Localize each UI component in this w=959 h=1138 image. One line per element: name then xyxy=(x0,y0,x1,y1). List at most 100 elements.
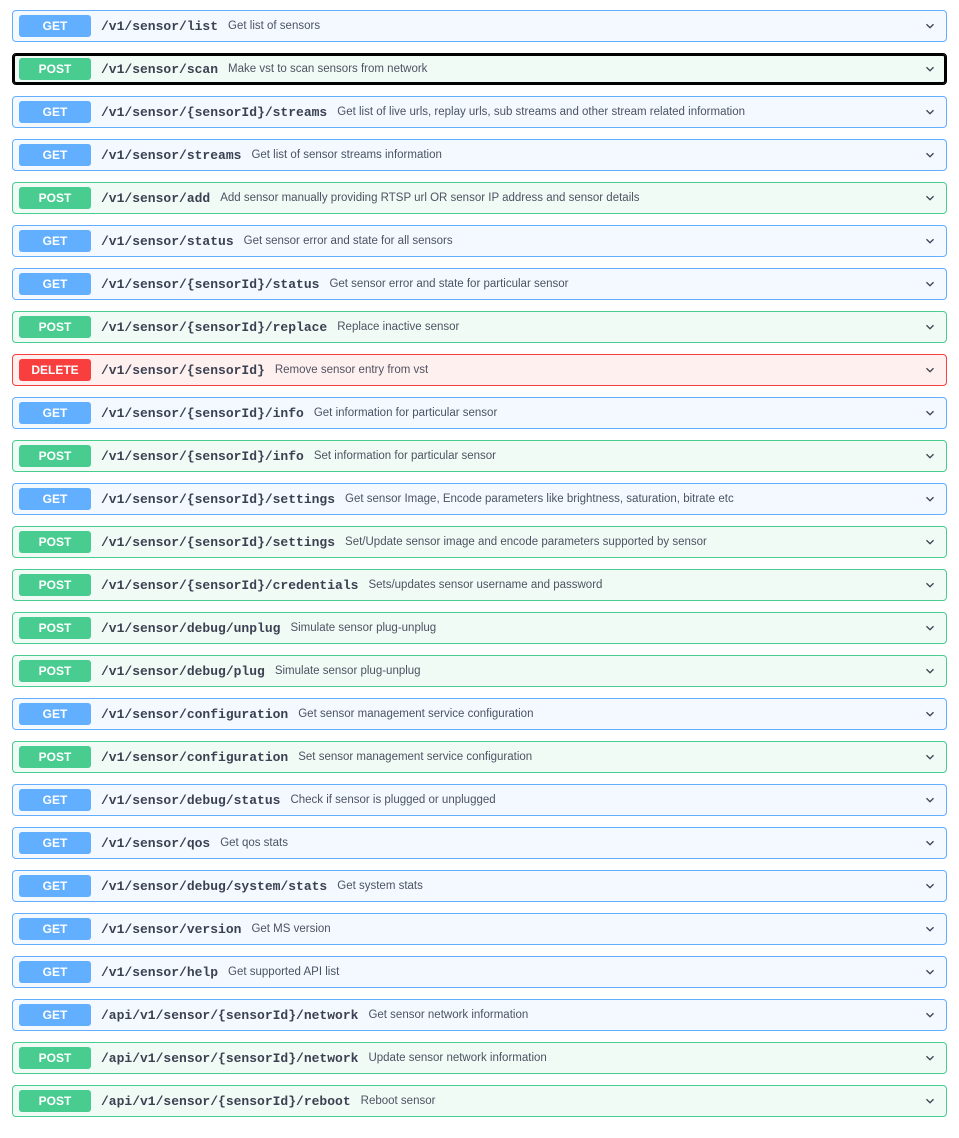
chevron-down-icon[interactable] xyxy=(920,317,940,337)
api-operation-summary[interactable]: GET/v1/sensor/statusGet sensor error and… xyxy=(13,226,946,256)
api-operation-row[interactable]: GET/v1/sensor/{sensorId}/streamsGet list… xyxy=(12,96,947,128)
api-operation-summary[interactable]: POST/v1/sensor/{sensorId}/replaceReplace… xyxy=(13,312,946,342)
http-method-badge: GET xyxy=(19,144,91,166)
chevron-down-icon[interactable] xyxy=(920,1091,940,1111)
api-operation-row[interactable]: GET/v1/sensor/qosGet qos stats xyxy=(12,827,947,859)
chevron-down-icon[interactable] xyxy=(920,360,940,380)
api-operation-summary[interactable]: GET/v1/sensor/debug/system/statsGet syst… xyxy=(13,871,946,901)
api-operation-row[interactable]: POST/v1/sensor/{sensorId}/infoSet inform… xyxy=(12,440,947,472)
api-operation-summary[interactable]: GET/v1/sensor/{sensorId}/settingsGet sen… xyxy=(13,484,946,514)
api-operation-row[interactable]: POST/v1/sensor/configurationSet sensor m… xyxy=(12,741,947,773)
chevron-down-icon[interactable] xyxy=(920,489,940,509)
api-operation-row[interactable]: GET/v1/sensor/debug/statusCheck if senso… xyxy=(12,784,947,816)
api-description: Get sensor error and state for particula… xyxy=(329,278,920,290)
api-operation-row[interactable]: POST/v1/sensor/debug/unplugSimulate sens… xyxy=(12,612,947,644)
http-method-badge: POST xyxy=(19,316,91,338)
api-operation-summary[interactable]: POST/v1/sensor/debug/unplugSimulate sens… xyxy=(13,613,946,643)
api-operation-summary[interactable]: GET/v1/sensor/helpGet supported API list xyxy=(13,957,946,987)
api-operation-summary[interactable]: POST/v1/sensor/scanMake vst to scan sens… xyxy=(13,54,946,84)
api-operation-summary[interactable]: GET/v1/sensor/qosGet qos stats xyxy=(13,828,946,858)
chevron-down-icon[interactable] xyxy=(920,231,940,251)
api-operation-summary[interactable]: GET/v1/sensor/{sensorId}/streamsGet list… xyxy=(13,97,946,127)
api-operation-row[interactable]: POST/v1/sensor/scanMake vst to scan sens… xyxy=(12,53,947,85)
api-operation-row[interactable]: GET/v1/sensor/listGet list of sensors xyxy=(12,10,947,42)
api-operation-row[interactable]: GET/v1/sensor/{sensorId}/settingsGet sen… xyxy=(12,483,947,515)
api-operation-row[interactable]: GET/v1/sensor/{sensorId}/infoGet informa… xyxy=(12,397,947,429)
api-path: /v1/sensor/qos xyxy=(101,836,210,851)
api-operation-summary[interactable]: GET/v1/sensor/debug/statusCheck if senso… xyxy=(13,785,946,815)
api-operation-summary[interactable]: POST/api/v1/sensor/{sensorId}/networkUpd… xyxy=(13,1043,946,1073)
chevron-down-icon[interactable] xyxy=(920,747,940,767)
api-operation-summary[interactable]: POST/v1/sensor/{sensorId}/settingsSet/Up… xyxy=(13,527,946,557)
api-operation-summary[interactable]: GET/v1/sensor/{sensorId}/statusGet senso… xyxy=(13,269,946,299)
chevron-down-icon[interactable] xyxy=(920,188,940,208)
api-operation-summary[interactable]: POST/v1/sensor/{sensorId}/credentialsSet… xyxy=(13,570,946,600)
chevron-down-icon[interactable] xyxy=(920,446,940,466)
api-operation-summary[interactable]: GET/v1/sensor/configurationGet sensor ma… xyxy=(13,699,946,729)
api-operation-summary[interactable]: GET/v1/sensor/{sensorId}/infoGet informa… xyxy=(13,398,946,428)
api-operation-summary[interactable]: DELETE/v1/sensor/{sensorId}Remove sensor… xyxy=(13,355,946,385)
http-method-badge: POST xyxy=(19,445,91,467)
api-operation-row[interactable]: GET/v1/sensor/versionGet MS version xyxy=(12,913,947,945)
api-operation-summary[interactable]: POST/api/v1/sensor/{sensorId}/rebootRebo… xyxy=(13,1086,946,1116)
api-description: Simulate sensor plug-unplug xyxy=(290,622,920,634)
chevron-down-icon[interactable] xyxy=(920,532,940,552)
api-path: /v1/sensor/debug/plug xyxy=(101,664,265,679)
api-operation-row[interactable]: GET/v1/sensor/helpGet supported API list xyxy=(12,956,947,988)
chevron-down-icon[interactable] xyxy=(920,661,940,681)
http-method-badge: GET xyxy=(19,918,91,940)
api-operation-summary[interactable]: POST/v1/sensor/configurationSet sensor m… xyxy=(13,742,946,772)
api-operation-list: GET/v1/sensor/listGet list of sensors POS… xyxy=(12,10,947,1117)
api-operation-summary[interactable]: POST/v1/sensor/{sensorId}/infoSet inform… xyxy=(13,441,946,471)
api-description: Get sensor error and state for all senso… xyxy=(244,235,920,247)
api-path: /v1/sensor/version xyxy=(101,922,241,937)
http-method-badge: POST xyxy=(19,58,91,80)
api-description: Get sensor Image, Encode parameters like… xyxy=(345,493,920,505)
chevron-down-icon[interactable] xyxy=(920,704,940,724)
api-operation-row[interactable]: POST/v1/sensor/{sensorId}/credentialsSet… xyxy=(12,569,947,601)
api-operation-row[interactable]: POST/v1/sensor/addAdd sensor manually pr… xyxy=(12,182,947,214)
api-operation-row[interactable]: POST/api/v1/sensor/{sensorId}/networkUpd… xyxy=(12,1042,947,1074)
chevron-down-icon[interactable] xyxy=(920,16,940,36)
chevron-down-icon[interactable] xyxy=(920,876,940,896)
chevron-down-icon[interactable] xyxy=(920,59,940,79)
chevron-down-icon[interactable] xyxy=(920,1005,940,1025)
api-operation-row[interactable]: POST/v1/sensor/debug/plugSimulate sensor… xyxy=(12,655,947,687)
api-operation-row[interactable]: GET/v1/sensor/streamsGet list of sensor … xyxy=(12,139,947,171)
api-operation-row[interactable]: GET/v1/sensor/{sensorId}/statusGet senso… xyxy=(12,268,947,300)
chevron-down-icon[interactable] xyxy=(920,1048,940,1068)
chevron-down-icon[interactable] xyxy=(920,962,940,982)
chevron-down-icon[interactable] xyxy=(920,145,940,165)
chevron-down-icon[interactable] xyxy=(920,575,940,595)
api-path: /v1/sensor/{sensorId}/settings xyxy=(101,535,335,550)
api-operation-row[interactable]: POST/v1/sensor/{sensorId}/replaceReplace… xyxy=(12,311,947,343)
api-operation-summary[interactable]: GET/v1/sensor/streamsGet list of sensor … xyxy=(13,140,946,170)
chevron-down-icon[interactable] xyxy=(920,403,940,423)
api-operation-row[interactable]: GET/v1/sensor/statusGet sensor error and… xyxy=(12,225,947,257)
chevron-down-icon[interactable] xyxy=(920,618,940,638)
api-operation-row[interactable]: GET/v1/sensor/debug/system/statsGet syst… xyxy=(12,870,947,902)
http-method-badge: DELETE xyxy=(19,359,91,381)
api-path: /v1/sensor/{sensorId}/settings xyxy=(101,492,335,507)
api-operation-row[interactable]: POST/api/v1/sensor/{sensorId}/rebootRebo… xyxy=(12,1085,947,1117)
api-operation-summary[interactable]: GET/api/v1/sensor/{sensorId}/networkGet … xyxy=(13,1000,946,1030)
api-operation-row[interactable]: GET/v1/sensor/configurationGet sensor ma… xyxy=(12,698,947,730)
api-operation-row[interactable]: DELETE/v1/sensor/{sensorId}Remove sensor… xyxy=(12,354,947,386)
chevron-down-icon[interactable] xyxy=(920,274,940,294)
chevron-down-icon[interactable] xyxy=(920,102,940,122)
api-description: Remove sensor entry from vst xyxy=(275,364,920,376)
http-method-badge: GET xyxy=(19,101,91,123)
api-path: /v1/sensor/{sensorId}/info xyxy=(101,406,304,421)
api-operation-summary[interactable]: POST/v1/sensor/addAdd sensor manually pr… xyxy=(13,183,946,213)
api-description: Update sensor network information xyxy=(368,1052,920,1064)
api-operation-summary[interactable]: GET/v1/sensor/listGet list of sensors xyxy=(13,11,946,41)
api-operation-row[interactable]: GET/api/v1/sensor/{sensorId}/networkGet … xyxy=(12,999,947,1031)
api-operation-summary[interactable]: POST/v1/sensor/debug/plugSimulate sensor… xyxy=(13,656,946,686)
api-operation-summary[interactable]: GET/v1/sensor/versionGet MS version xyxy=(13,914,946,944)
http-method-badge: GET xyxy=(19,15,91,37)
api-description: Get list of sensors xyxy=(228,20,920,32)
chevron-down-icon[interactable] xyxy=(920,790,940,810)
chevron-down-icon[interactable] xyxy=(920,833,940,853)
api-operation-row[interactable]: POST/v1/sensor/{sensorId}/settingsSet/Up… xyxy=(12,526,947,558)
chevron-down-icon[interactable] xyxy=(920,919,940,939)
